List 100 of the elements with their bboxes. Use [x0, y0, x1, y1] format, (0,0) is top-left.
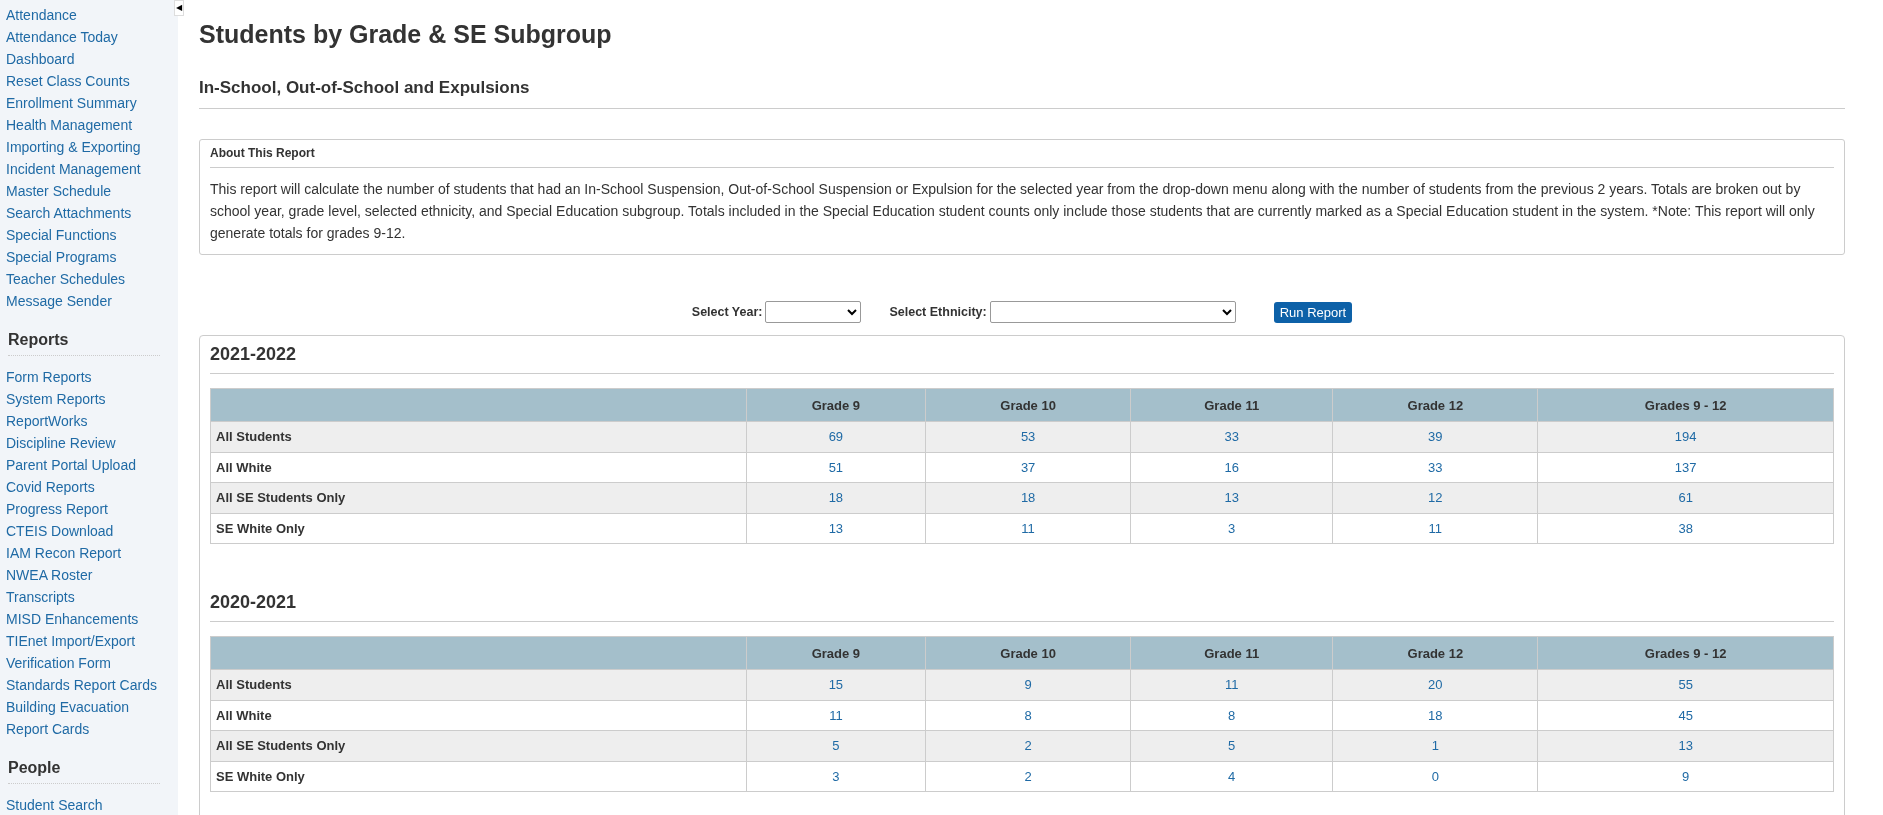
sidebar-link[interactable]: Enrollment Summary	[6, 92, 137, 114]
count-link[interactable]: 3	[832, 768, 840, 784]
count-link[interactable]: 8	[1228, 707, 1236, 723]
sidebar-link[interactable]: Report Cards	[6, 718, 90, 740]
count-link[interactable]: 3	[1228, 520, 1236, 536]
count-link[interactable]: 194	[1674, 429, 1697, 445]
count-link[interactable]: 2	[1024, 768, 1032, 784]
sidebar-link[interactable]: Special Programs	[6, 246, 117, 268]
count-link[interactable]: 8	[1024, 707, 1032, 723]
count-link[interactable]: 1	[1431, 738, 1439, 754]
sidebar-heading: People	[8, 759, 160, 784]
row-label: All SE Students Only	[210, 730, 747, 761]
count-link[interactable]: 55	[1678, 677, 1693, 693]
row-label: All SE Students Only	[210, 482, 747, 513]
count-link[interactable]: 18	[828, 490, 844, 506]
count-link[interactable]: 51	[828, 459, 844, 475]
sidebar-link[interactable]: Special Functions	[6, 224, 117, 246]
about-heading: About This Report	[210, 146, 1834, 168]
sidebar-heading: Reports	[8, 331, 160, 356]
column-header: Grade 11	[1130, 636, 1333, 670]
sidebar-link[interactable]: Reset Class Counts	[6, 70, 130, 92]
sidebar-link[interactable]: Dashboard	[6, 48, 75, 70]
count-link[interactable]: 13	[1678, 738, 1693, 754]
sidebar-link[interactable]: Standards Report Cards	[6, 674, 157, 696]
sidebar-link[interactable]: Covid Reports	[6, 476, 95, 498]
count-link[interactable]: 61	[1678, 490, 1693, 506]
row-label: All White	[210, 700, 747, 731]
sidebar-link[interactable]: NWEA Roster	[6, 564, 93, 586]
sidebar-link[interactable]: Building Evacuation	[6, 696, 129, 718]
sidebar-link[interactable]: CTEIS Download	[6, 520, 114, 542]
count-link[interactable]: 13	[1224, 490, 1239, 506]
count-link[interactable]: 0	[1431, 768, 1439, 784]
count-link[interactable]: 2	[1024, 738, 1032, 754]
collapse-button[interactable]: ◀	[174, 0, 184, 16]
sidebar-link[interactable]: Search Attachments	[6, 202, 132, 224]
about-text: This report will calculate the number of students that had an In-School Suspension, Out-of-School Suspension or Expulsion for the selected year from the drop-down menu along with the number of students from the previous 2 years. Totals are broken out by school year, grade level, selected ethnicity, and Special Education subgroup. Totals included in the Special Education student counts only include those students that are currently marked as a Special Education student in the system. *Note: This report will only generate totals for grades 9-12.	[210, 180, 1816, 243]
count-link[interactable]: 9	[1024, 677, 1032, 693]
count-link[interactable]: 4	[1228, 768, 1236, 784]
sidebar-link[interactable]: Parent Portal Upload	[6, 454, 136, 476]
column-header: Grade 12	[1332, 636, 1538, 670]
count-link[interactable]: 11	[1021, 520, 1035, 536]
sidebar-link[interactable]: Importing & Exporting	[6, 136, 141, 158]
sidebar-link[interactable]: ReportWorks	[6, 410, 88, 432]
column-header: Grade 9	[746, 636, 926, 670]
column-header: Grades 9 - 12	[1537, 388, 1834, 422]
page-title: Students by Grade & SE Subgroup	[199, 20, 613, 49]
column-header: Grade 10	[925, 388, 1131, 422]
sidebar-link[interactable]: Verification Form	[6, 652, 112, 674]
count-link[interactable]: 12	[1428, 490, 1443, 506]
dropdown[interactable]	[989, 301, 1236, 323]
filter-label: Select Ethnicity:	[889, 305, 987, 319]
sidebar-link[interactable]: IAM Recon Report	[6, 542, 122, 564]
count-link[interactable]: 18	[1020, 490, 1036, 506]
year-heading: 2020-2021	[210, 592, 1834, 622]
sidebar-link[interactable]: TIEnet Import/Export	[6, 630, 136, 652]
count-link[interactable]: 45	[1678, 707, 1693, 723]
row-label: All Students	[210, 421, 747, 452]
count-link[interactable]: 15	[828, 677, 844, 693]
row-label: All Students	[210, 669, 747, 700]
sidebar-link[interactable]: System Reports	[6, 388, 106, 410]
page-subtitle: In-School, Out-of-School and Expulsions	[199, 78, 1845, 109]
count-link[interactable]: 33	[1224, 429, 1239, 445]
count-link[interactable]: 5	[832, 738, 840, 754]
count-link[interactable]: 11	[1224, 677, 1239, 693]
sidebar-link[interactable]: Transcripts	[6, 586, 75, 608]
count-link[interactable]: 20	[1428, 677, 1443, 693]
count-link[interactable]: 13	[828, 520, 844, 536]
sidebar-link[interactable]: Teacher Schedules	[6, 268, 126, 290]
sidebar-link[interactable]: Attendance	[6, 4, 77, 26]
count-link[interactable]: 37	[1020, 459, 1036, 475]
count-link[interactable]: 16	[1224, 459, 1239, 475]
count-link[interactable]: 18	[1428, 707, 1443, 723]
count-link[interactable]: 33	[1428, 459, 1443, 475]
sidebar-link[interactable]: Master Schedule	[6, 180, 112, 202]
count-link[interactable]: 11	[829, 707, 843, 723]
sidebar-link[interactable]: Attendance Today	[6, 26, 118, 48]
sidebar-link[interactable]: MISD Enhancements	[6, 608, 139, 630]
run-report-button[interactable]: Run Report	[1273, 301, 1353, 323]
sidebar-link[interactable]: Message Sender	[6, 290, 112, 312]
column-header: Grade 12	[1332, 388, 1538, 422]
row-label: SE White Only	[210, 761, 747, 792]
count-link[interactable]: 69	[828, 429, 844, 445]
sidebar-link[interactable]: Incident Management	[6, 158, 141, 180]
count-link[interactable]: 53	[1020, 429, 1036, 445]
dropdown[interactable]	[765, 301, 862, 323]
column-header: Grades 9 - 12	[1537, 636, 1834, 670]
row-label: SE White Only	[210, 513, 747, 544]
count-link[interactable]: 11	[1428, 520, 1443, 536]
count-link[interactable]: 39	[1428, 429, 1443, 445]
count-link[interactable]: 38	[1678, 520, 1693, 536]
count-link[interactable]: 5	[1228, 738, 1236, 754]
filter-label: Select Year:	[691, 305, 763, 319]
sidebar-link[interactable]: Student Search	[6, 794, 103, 815]
count-link[interactable]: 9	[1682, 768, 1690, 784]
sidebar-link[interactable]: Form Reports	[6, 366, 92, 388]
sidebar-link[interactable]: Health Management	[6, 114, 133, 136]
sidebar-link[interactable]: Discipline Review	[6, 432, 116, 454]
count-link[interactable]: 137	[1674, 459, 1697, 475]
sidebar-link[interactable]: Progress Report	[6, 498, 108, 520]
column-header: Grade 9	[746, 388, 926, 422]
